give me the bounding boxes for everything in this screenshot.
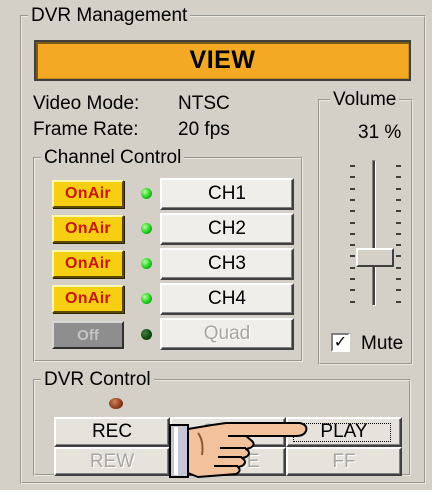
slider-tick: [396, 188, 401, 190]
slider-tick: [350, 199, 355, 201]
slider-tick: [350, 301, 355, 303]
record-indicator-led: [109, 398, 123, 409]
channel-button-ch3[interactable]: CH3: [160, 248, 294, 280]
video-mode-value: NTSC: [178, 93, 230, 114]
slider-tick: [350, 165, 355, 167]
view-mode-bar[interactable]: VIEW: [34, 40, 411, 81]
slider-tick: [396, 267, 401, 269]
slider-tick: [350, 267, 355, 269]
frame-rate-value: 20 fps: [178, 119, 230, 140]
onair-button-ch1[interactable]: OnAir: [52, 180, 124, 208]
slider-tick: [350, 278, 355, 280]
slider-thumb[interactable]: [356, 248, 394, 267]
slider-tick: [396, 255, 401, 257]
pointing-hand-icon: [169, 422, 308, 478]
onair-button-ch3[interactable]: OnAir: [52, 250, 124, 278]
dvr-control-title: DVR Control: [44, 369, 151, 390]
rec-button[interactable]: REC: [54, 417, 170, 447]
slider-tick: [350, 244, 355, 246]
slider-tick: [396, 278, 401, 280]
channel-button-ch2[interactable]: CH2: [160, 213, 294, 245]
slider-tick: [396, 289, 401, 291]
off-button-quad[interactable]: Off: [52, 321, 124, 349]
channel-button-ch4[interactable]: CH4: [160, 283, 294, 315]
slider-tick: [396, 199, 401, 201]
mute-checkbox[interactable]: ✓: [331, 333, 350, 352]
video-mode-label: Video Mode:: [33, 93, 140, 114]
status-led-ch4: [141, 293, 152, 304]
slider-tick: [396, 244, 401, 246]
slider-tick: [350, 222, 355, 224]
status-led-ch2: [141, 223, 152, 234]
frame-rate-label: Frame Rate:: [33, 119, 139, 140]
slider-tick: [350, 188, 355, 190]
onair-button-ch2[interactable]: OnAir: [52, 215, 124, 243]
status-led-ch1: [141, 188, 152, 199]
status-led-ch3: [141, 258, 152, 269]
slider-tick: [396, 165, 401, 167]
slider-tick: [350, 289, 355, 291]
slider-tick: [396, 176, 401, 178]
slider-tick: [350, 233, 355, 235]
volume-title: Volume: [333, 89, 397, 110]
status-led-quad: [141, 329, 152, 340]
slider-tick: [396, 233, 401, 235]
mute-label[interactable]: Mute: [361, 333, 403, 355]
channel-control-title: Channel Control: [44, 147, 182, 168]
slider-tick: [396, 210, 401, 212]
slider-track: [372, 160, 376, 306]
channel-button-ch1[interactable]: CH1: [160, 178, 294, 210]
slider-tick: [350, 210, 355, 212]
rew-button: REW: [54, 447, 170, 476]
checkmark-icon: ✓: [333, 333, 348, 351]
slider-tick: [350, 176, 355, 178]
slider-tick: [396, 301, 401, 303]
onair-button-ch4[interactable]: OnAir: [52, 285, 124, 313]
slider-tick: [350, 255, 355, 257]
quad-button: Quad: [160, 318, 294, 350]
slider-tick: [396, 222, 401, 224]
dvr-management-title: DVR Management: [31, 5, 188, 26]
volume-value: 31 %: [358, 122, 402, 143]
